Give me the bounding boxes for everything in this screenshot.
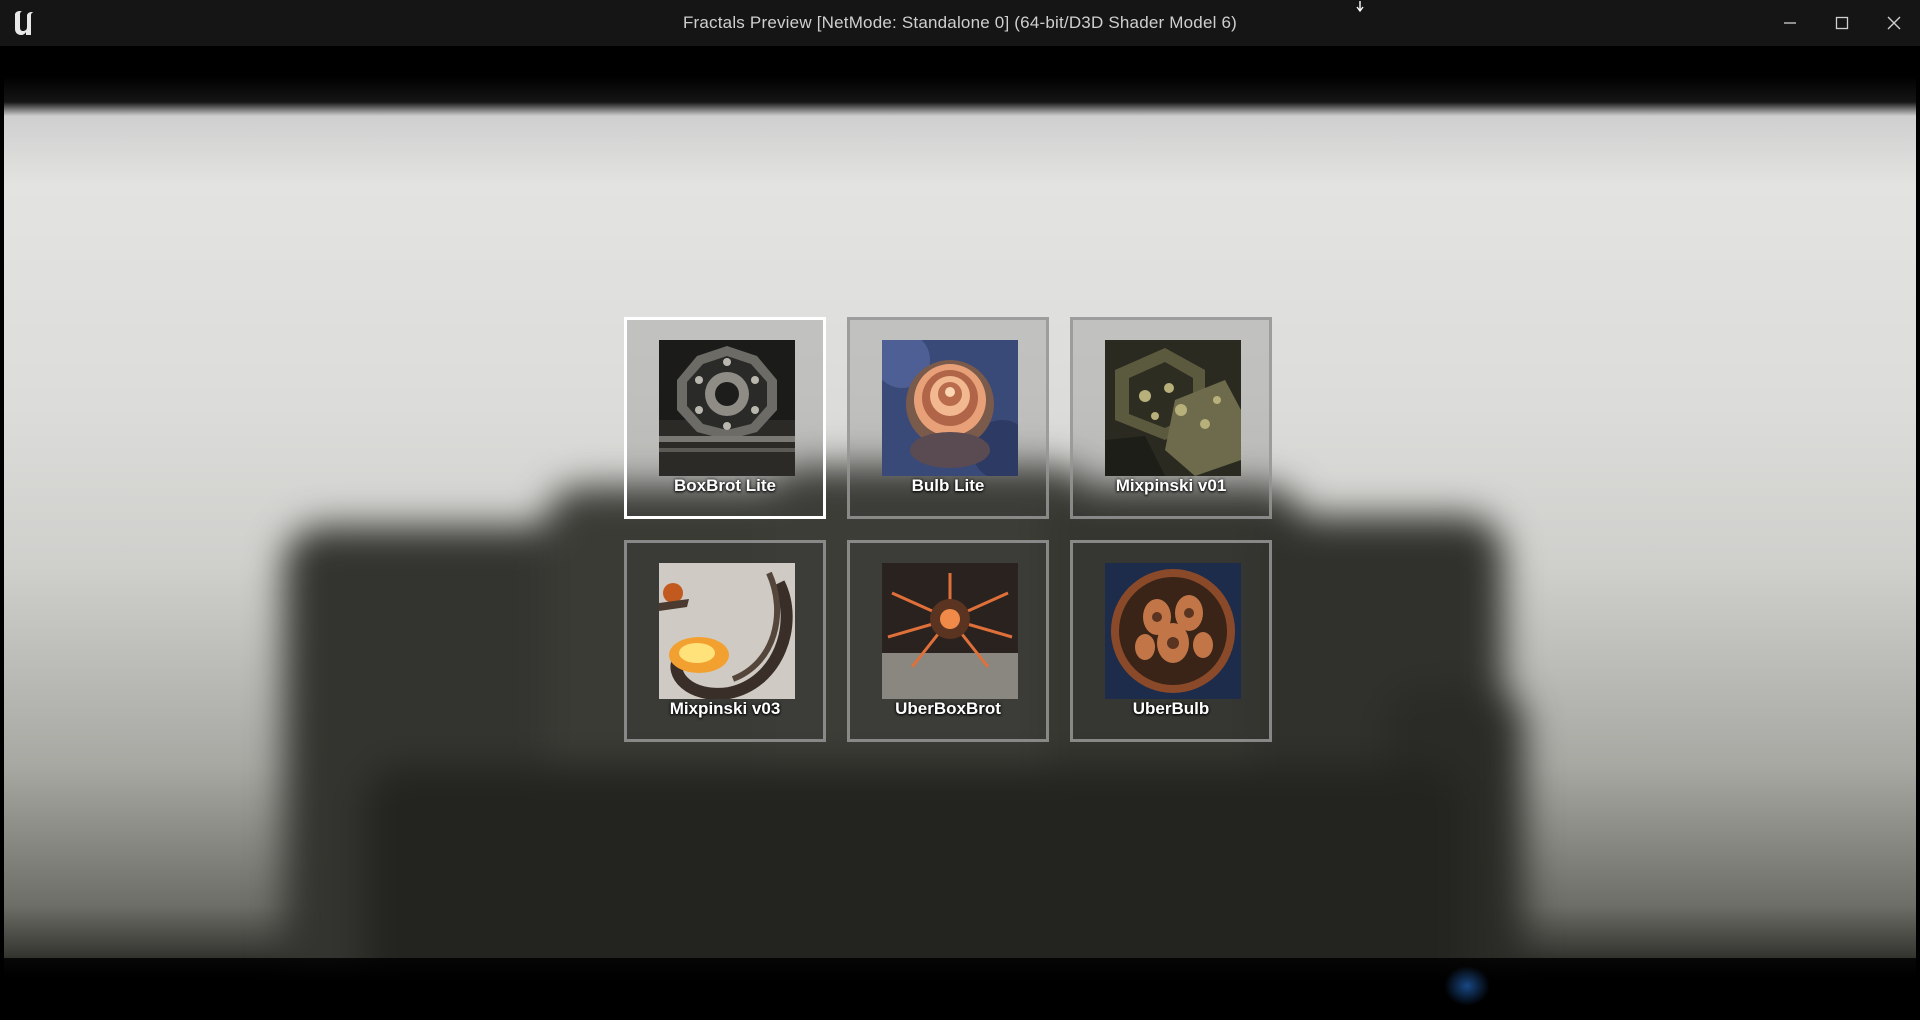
window-title: Fractals Preview [NetMode: Standalone 0]…: [682, 13, 1238, 32]
bulb-lite-thumbnail: [882, 340, 1018, 476]
maximize-icon: [1835, 16, 1849, 30]
viewport-bottom-bar: [4, 958, 1916, 1016]
window-controls: [1764, 0, 1920, 46]
mixpinski-v03-thumbnail: [659, 563, 795, 699]
level-tile-bulb-lite[interactable]: Bulb Lite: [847, 317, 1049, 519]
stat-indicator-icon: [1444, 966, 1490, 1006]
minimize-button[interactable]: [1764, 0, 1816, 46]
close-icon: [1887, 16, 1901, 30]
level-tile-boxbrot-lite[interactable]: BoxBrot Lite: [624, 317, 826, 519]
level-tile-label: Mixpinski v03: [669, 699, 781, 718]
boxbrot-lite-thumbnail: [659, 340, 795, 476]
level-tile-uberboxbrot[interactable]: UberBoxBrot: [847, 540, 1049, 742]
close-button[interactable]: [1868, 0, 1920, 46]
level-tile-label: Mixpinski v01: [1115, 476, 1227, 495]
level-tile-mixpinski-v03[interactable]: Mixpinski v03: [624, 540, 826, 742]
uberbulb-thumbnail: [1105, 563, 1241, 699]
maximize-button[interactable]: [1816, 0, 1868, 46]
uberboxbrot-thumbnail: [882, 563, 1018, 699]
title-bar[interactable]: Fractals Preview [NetMode: Standalone 0]…: [0, 0, 1920, 46]
mouse-cursor-icon: [1354, 0, 1366, 13]
level-tile-mixpinski-v01[interactable]: Mixpinski v01: [1070, 317, 1272, 519]
level-tile-label: UberBoxBrot: [895, 699, 1001, 718]
level-tile-uberbulb[interactable]: UberBulb: [1070, 540, 1272, 742]
level-tile-label: UberBulb: [1132, 699, 1210, 718]
level-select-grid: BoxBrot Lite Bulb Lite Mixpinski v01 Mix…: [624, 317, 1276, 745]
game-window: Fractals Preview [NetMode: Standalone 0]…: [0, 0, 1920, 1020]
mixpinski-v01-thumbnail: [1105, 340, 1241, 476]
level-tile-label: BoxBrot Lite: [674, 476, 776, 495]
level-tile-label: Bulb Lite: [911, 476, 985, 495]
minimize-icon: [1784, 22, 1796, 24]
